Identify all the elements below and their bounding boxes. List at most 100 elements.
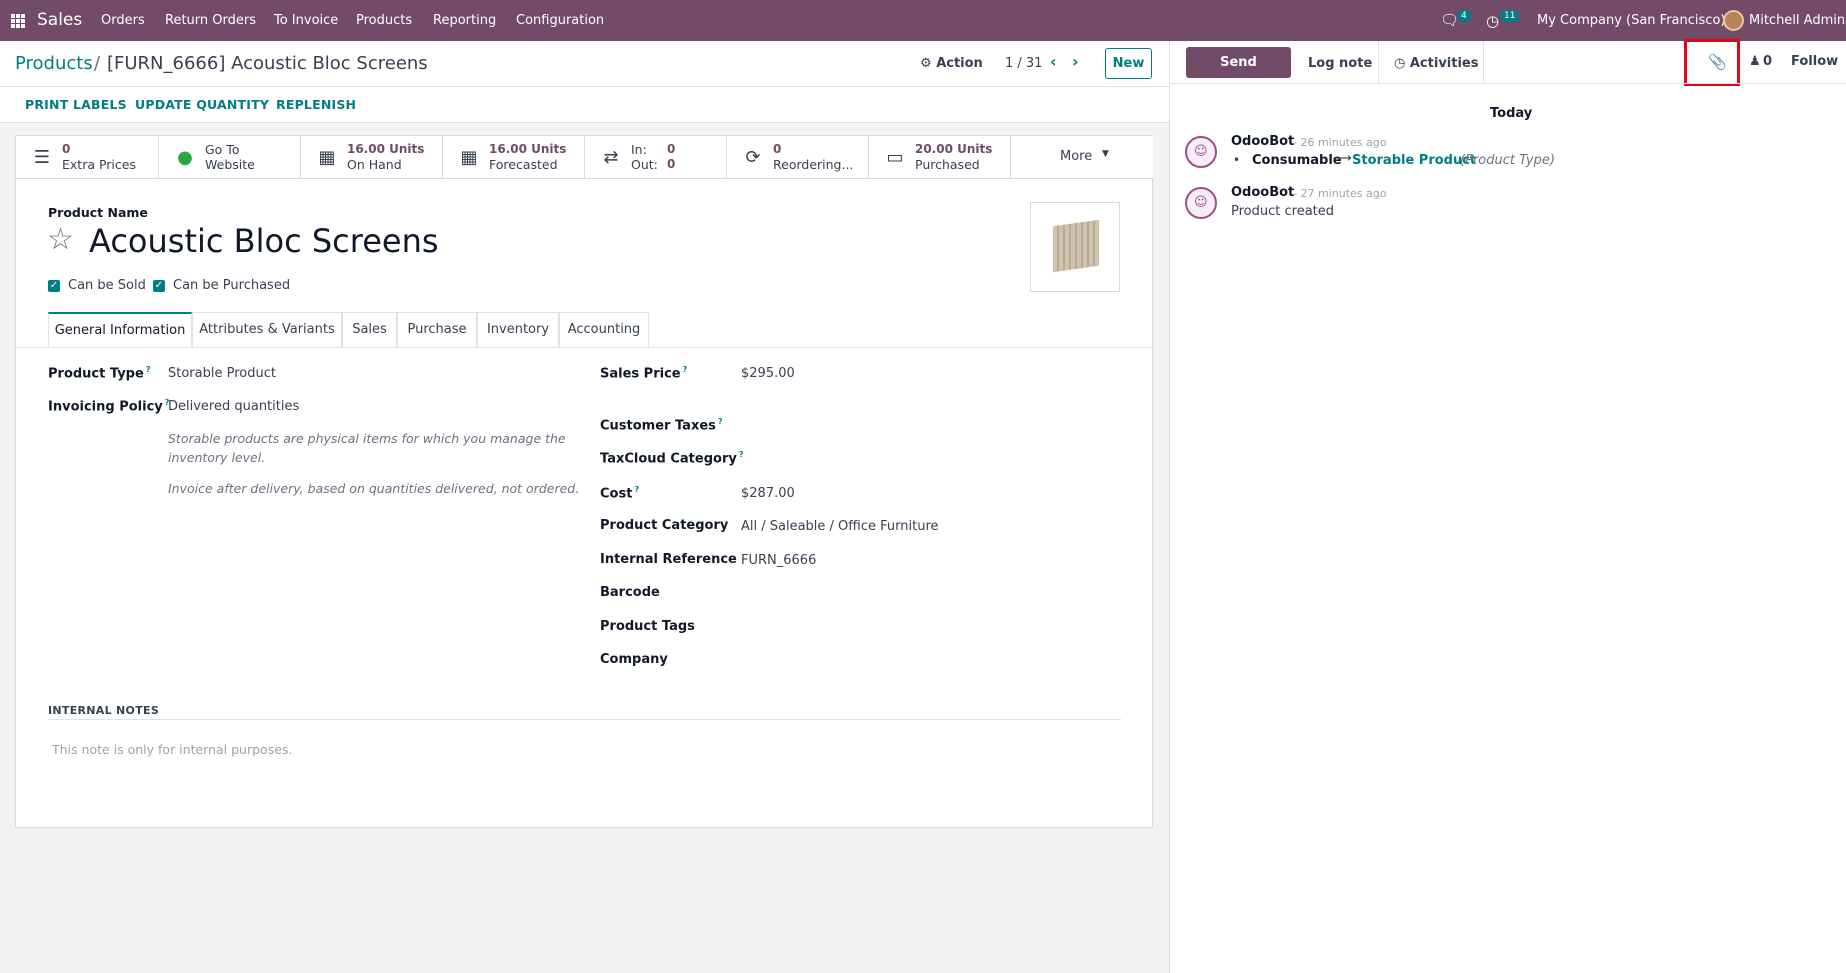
help-tooltip-icon: ?	[717, 417, 723, 426]
breadcrumb-products[interactable]: Products	[15, 53, 93, 74]
tab-general-information[interactable]: General Information	[48, 312, 192, 347]
follow-button[interactable]: Follow	[1791, 54, 1838, 69]
chatter-header-divider	[1170, 83, 1846, 84]
followers-count[interactable]: 0	[1763, 54, 1772, 69]
purchased-button[interactable]: ▭ 20.00 Units Purchased	[869, 136, 1011, 179]
product-type-label: Product Type?	[48, 365, 151, 382]
product-name-field[interactable]: Acoustic Bloc Screens	[89, 222, 439, 260]
on-hand-label: On Hand	[347, 157, 402, 172]
more-label: More	[1060, 149, 1093, 164]
help-tooltip-icon: ?	[682, 365, 688, 374]
screen-picture	[1053, 219, 1099, 273]
message-body: Product created	[1231, 204, 1335, 219]
menu-configuration[interactable]: Configuration	[516, 13, 604, 28]
taxcloud-category-label: TaxCloud Category?	[600, 450, 744, 467]
arrow-right-icon: ⟶	[1333, 151, 1352, 166]
go-to-website-button[interactable]: ● Go To Website	[159, 136, 301, 179]
message-author[interactable]: OdooBot	[1231, 185, 1294, 200]
smile-icon: ☺	[1194, 195, 1208, 210]
user-menu[interactable]: Mitchell Admin	[1749, 13, 1845, 28]
invoicing-policy-label: Invoicing Policy?	[48, 398, 170, 415]
control-panel: Products / [FURN_6666] Acoustic Bloc Scr…	[0, 41, 1169, 87]
product-image[interactable]	[1030, 202, 1120, 292]
sales-price-field[interactable]: $295.00	[741, 366, 795, 381]
internal-reference-label: Internal Reference	[600, 552, 737, 567]
top-navbar: Sales Orders Return Orders To Invoice Pr…	[0, 0, 1846, 41]
internal-notes-divider	[48, 719, 1121, 720]
purchased-label: Purchased	[915, 157, 980, 172]
can-be-purchased-checkbox[interactable]: ✓	[153, 280, 165, 292]
on-hand-value: 16.00 Units	[347, 142, 425, 156]
internal-notes-field[interactable]: This note is only for internal purposes.	[52, 742, 292, 757]
help-tooltip-icon: ?	[145, 365, 151, 374]
tab-purchase[interactable]: Purchase	[397, 312, 477, 347]
send-message-button[interactable]: Send message	[1186, 47, 1291, 101]
menu-orders[interactable]: Orders	[101, 13, 145, 28]
barcode-label: Barcode	[600, 585, 660, 600]
invoice-help: Invoice after delivery, based on quantit…	[168, 481, 580, 496]
extra-prices-button[interactable]: ☰ 0 Extra Prices	[16, 136, 159, 179]
more-button[interactable]: More ▼	[1011, 136, 1153, 179]
favorite-star-icon[interactable]: ☆	[47, 222, 74, 257]
tab-sales[interactable]: Sales	[342, 312, 397, 347]
storable-help-line1: Storable products are physical items for…	[168, 431, 566, 446]
user-avatar[interactable]	[1723, 10, 1744, 31]
forecasted-button[interactable]: ▦ 16.00 Units Forecasted	[443, 136, 585, 179]
menu-to-invoice[interactable]: To Invoice	[274, 13, 338, 28]
apps-menu-icon[interactable]	[11, 14, 25, 28]
can-be-sold-checkbox[interactable]: ✓	[48, 280, 60, 292]
tab-inventory[interactable]: Inventory	[477, 312, 559, 347]
action-menu-button[interactable]: ⚙ Action	[920, 56, 983, 71]
log-note-button[interactable]: Log note	[1308, 56, 1372, 71]
print-labels-button[interactable]: PRINT LABELS	[25, 97, 127, 112]
in-out-button[interactable]: ⇄ In: 0 Out: 0	[585, 136, 727, 179]
can-be-purchased-label[interactable]: Can be Purchased	[173, 278, 290, 293]
new-button[interactable]: New	[1105, 48, 1152, 79]
company-label: Company	[600, 652, 668, 667]
bullet-icon: •	[1233, 153, 1241, 167]
app-name[interactable]: Sales	[37, 10, 82, 30]
tab-attributes-variants[interactable]: Attributes & Variants	[192, 312, 342, 347]
out-value: 0	[667, 157, 676, 171]
product-category-label: Product Category	[600, 518, 729, 533]
on-hand-button[interactable]: ▦ 16.00 Units On Hand	[301, 136, 443, 179]
activities-button[interactable]: ◷ Activities	[1394, 56, 1478, 71]
form-header: PRINT LABELS UPDATE QUANTITY REPLENISH	[0, 87, 1169, 123]
paperclip-icon[interactable]: 📎	[1708, 53, 1727, 71]
exchange-icon: ⇄	[603, 147, 619, 168]
messages-badge: 4	[1457, 10, 1471, 22]
credit-card-icon: ▭	[886, 147, 904, 168]
pager-previous-icon[interactable]: ‹	[1050, 52, 1057, 71]
chatter-divider	[1483, 41, 1484, 83]
in-label: In:	[631, 142, 647, 157]
breadcrumb-current: [FURN_6666] Acoustic Bloc Screens	[107, 53, 428, 74]
replenish-button[interactable]: REPLENISH	[276, 97, 356, 112]
action-label: Action	[936, 56, 983, 71]
menu-return-orders[interactable]: Return Orders	[165, 13, 256, 28]
activities-clock-icon[interactable]: ◷	[1486, 12, 1499, 30]
internal-reference-field[interactable]: FURN_6666	[741, 553, 816, 568]
menu-products[interactable]: Products	[356, 13, 412, 28]
menu-reporting[interactable]: Reporting	[433, 13, 496, 28]
extra-prices-label: Extra Prices	[62, 157, 136, 172]
message-time: - 27 minutes ago	[1293, 187, 1387, 200]
reordering-button[interactable]: ⟳ 0 Reordering...	[727, 136, 869, 179]
followers-icon[interactable]: ♟	[1749, 54, 1761, 69]
cost-field[interactable]: $287.00	[741, 486, 795, 501]
product-type-field[interactable]: Storable Product	[168, 366, 276, 381]
pager-value[interactable]: 1 / 31	[1005, 56, 1042, 71]
forecasted-label: Forecasted	[489, 157, 558, 172]
can-be-sold-label[interactable]: Can be Sold	[68, 278, 146, 293]
update-quantity-button[interactable]: UPDATE QUANTITY	[135, 97, 269, 112]
message-author[interactable]: OdooBot	[1231, 134, 1294, 149]
refresh-icon: ⟳	[745, 147, 761, 168]
cubes-icon: ▦	[318, 147, 336, 168]
pager-next-icon[interactable]: ›	[1072, 52, 1079, 71]
cubes-icon: ▦	[460, 147, 478, 168]
tracking-old-value: Consumable	[1252, 153, 1342, 168]
company-switcher[interactable]: My Company (San Francisco)	[1537, 13, 1725, 28]
smile-icon: ☺	[1194, 144, 1208, 159]
product-category-field[interactable]: All / Saleable / Office Furniture	[741, 519, 939, 534]
invoicing-policy-field[interactable]: Delivered quantities	[168, 399, 299, 414]
tab-accounting[interactable]: Accounting	[559, 312, 649, 347]
